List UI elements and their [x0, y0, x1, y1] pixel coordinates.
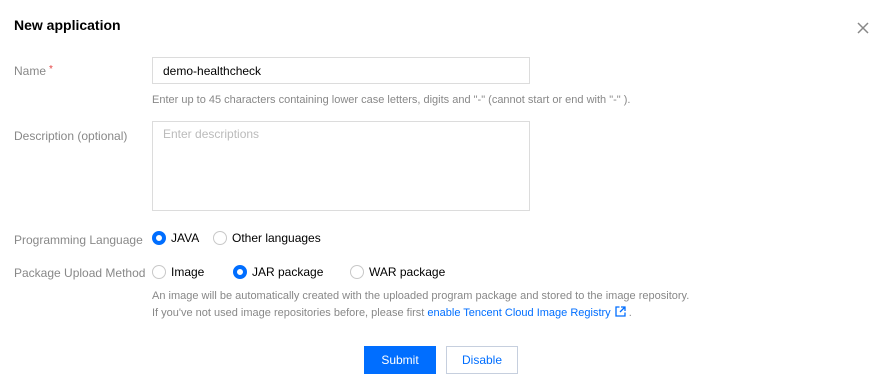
upload-note-line2: If you've not used image repositories be…	[152, 306, 632, 319]
radio-circle	[152, 265, 166, 279]
description-label: Description (optional)	[14, 129, 128, 143]
submit-button[interactable]: Submit	[364, 346, 436, 374]
name-hint: Enter up to 45 characters containing low…	[152, 94, 631, 106]
name-label: Name *	[14, 64, 53, 78]
required-mark: *	[49, 64, 53, 75]
radio-war-package[interactable]: WAR package	[350, 265, 445, 279]
radio-other-languages-label: Other languages	[232, 231, 321, 245]
description-textarea[interactable]	[152, 121, 530, 211]
upload-method-label: Package Upload Method	[14, 266, 146, 280]
name-label-text: Name	[14, 64, 47, 78]
radio-java[interactable]: JAVA	[152, 231, 199, 245]
radio-circle	[213, 231, 227, 245]
radio-circle-checked	[152, 231, 166, 245]
language-label: Programming Language	[14, 233, 143, 247]
upload-note-line1: An image will be automatically created w…	[152, 290, 690, 302]
upload-note-prefix: If you've not used image repositories be…	[152, 307, 428, 319]
radio-image[interactable]: Image	[152, 265, 204, 279]
enable-registry-link[interactable]: enable Tencent Cloud Image Registry	[427, 306, 626, 319]
radio-java-label: JAVA	[171, 231, 200, 245]
radio-circle	[350, 265, 364, 279]
disable-button[interactable]: Disable	[446, 346, 518, 374]
radio-jar-package[interactable]: JAR package	[233, 265, 323, 279]
close-icon[interactable]	[855, 20, 871, 36]
radio-other-languages[interactable]: Other languages	[213, 231, 321, 245]
dialog-title: New application	[14, 17, 121, 33]
upload-note-suffix: .	[625, 307, 632, 319]
radio-jar-package-label: JAR package	[252, 265, 324, 279]
radio-circle-checked	[233, 265, 247, 279]
radio-image-label: Image	[171, 265, 205, 279]
radio-war-package-label: WAR package	[369, 265, 446, 279]
name-input[interactable]	[152, 57, 530, 84]
enable-registry-link-text: enable Tencent Cloud Image Registry	[427, 307, 611, 319]
external-link-icon	[615, 306, 626, 317]
